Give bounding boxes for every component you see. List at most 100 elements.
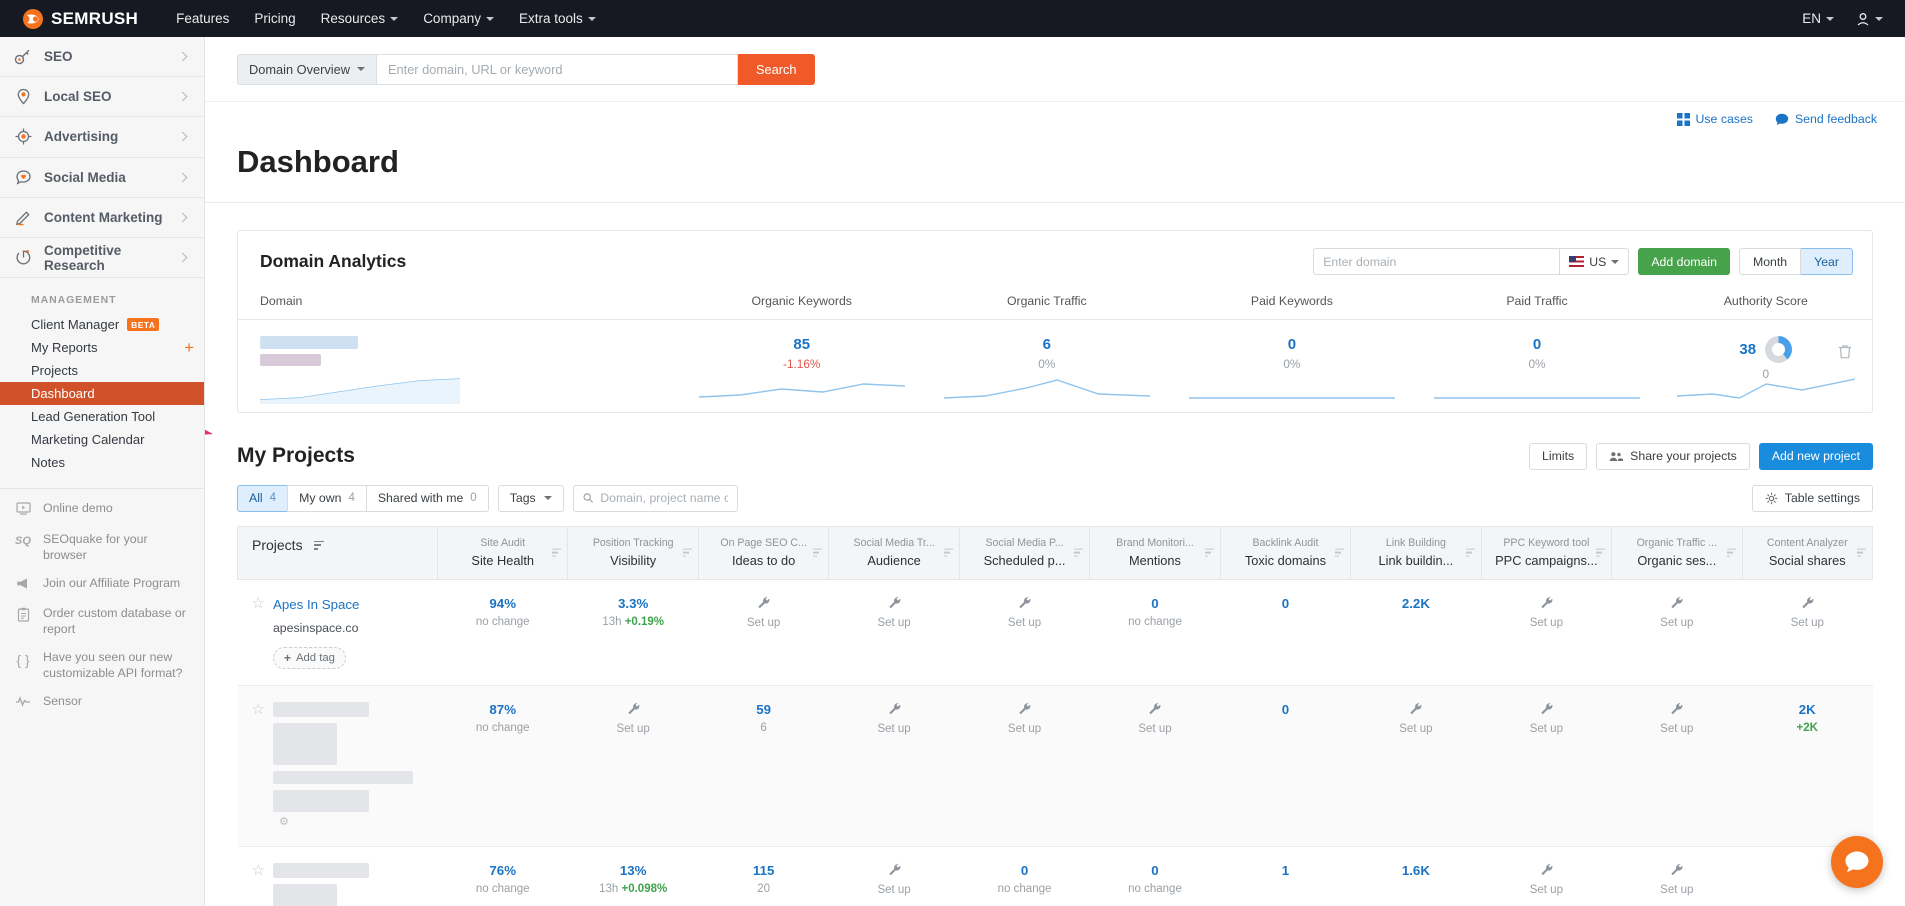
- col-site-audit[interactable]: Site Audit Site Health: [436, 525, 568, 580]
- gear-icon[interactable]: ⚙: [279, 816, 289, 828]
- topnav-company[interactable]: Company: [423, 11, 494, 26]
- dashboard-scroll-area[interactable]: Domain Analytics US Add domain Month Yea…: [205, 203, 1905, 906]
- set-up-link[interactable]: Set up: [1487, 884, 1605, 896]
- set-up-link[interactable]: Set up: [965, 617, 1083, 629]
- metric-cell[interactable]: 76% no change: [437, 846, 568, 906]
- sort-icon[interactable]: [1857, 548, 1866, 557]
- send-feedback-link[interactable]: Send feedback: [1775, 112, 1877, 126]
- col-social-media-tracker[interactable]: Social Media Tr... Audience: [828, 525, 960, 580]
- metric-cell[interactable]: 115 20: [698, 846, 829, 906]
- sort-icon[interactable]: [682, 548, 692, 557]
- project-cell[interactable]: ☆⚙: [237, 685, 438, 847]
- metric-cell[interactable]: Set up: [959, 579, 1090, 686]
- metric-cell[interactable]: Set up: [1611, 685, 1743, 847]
- sidebar-item-projects[interactable]: Projects: [0, 359, 204, 382]
- search-button[interactable]: Search: [737, 53, 815, 85]
- metric-cell[interactable]: Set up: [959, 685, 1090, 847]
- use-cases-link[interactable]: Use cases: [1676, 112, 1753, 126]
- set-up-link[interactable]: Set up: [1618, 617, 1736, 629]
- sidebar-link-api-format[interactable]: { } Have you seen our new customizable A…: [0, 644, 204, 688]
- sidebar-item-social-media[interactable]: Social Media: [0, 158, 204, 198]
- metric-cell[interactable]: 13% 13h +0.098%: [567, 846, 699, 906]
- sort-icon[interactable]: [943, 548, 953, 557]
- sidebar-item-my-reports[interactable]: My Reports +: [0, 336, 204, 359]
- filter-my-own[interactable]: My own 4: [287, 484, 367, 512]
- metric-cell[interactable]: 59 6: [698, 685, 829, 847]
- col-backlink-audit[interactable]: Backlink Audit Toxic domains: [1219, 525, 1351, 580]
- sidebar-item-local-seo[interactable]: Local SEO: [0, 77, 204, 118]
- sidebar-item-notes[interactable]: Notes: [0, 451, 204, 474]
- col-position-tracking[interactable]: Position Tracking Visibility: [567, 525, 699, 580]
- set-up-link[interactable]: Set up: [835, 617, 953, 629]
- set-up-link[interactable]: Set up: [1748, 617, 1866, 629]
- search-mode-selector[interactable]: Domain Overview: [237, 53, 377, 85]
- metric-cell[interactable]: Set up: [1481, 579, 1612, 686]
- topnav-resources[interactable]: Resources: [321, 11, 399, 26]
- projects-search-input[interactable]: [600, 491, 728, 505]
- set-up-link[interactable]: Set up: [1487, 617, 1605, 629]
- metric-cell[interactable]: 0 no change: [1089, 579, 1221, 686]
- metric-cell[interactable]: Set up: [567, 685, 699, 847]
- metric-cell[interactable]: 0 no change: [959, 846, 1090, 906]
- metric-cell[interactable]: 94% no change: [437, 579, 568, 686]
- sort-icon[interactable]: [813, 548, 823, 557]
- sidebar-link-online-demo[interactable]: Online demo: [0, 495, 204, 526]
- col-ppc-keyword-tool[interactable]: PPC Keyword tool PPC campaigns...: [1480, 525, 1612, 580]
- metric-cell[interactable]: 0 no change: [1089, 846, 1221, 906]
- favorite-star-icon[interactable]: ☆: [252, 702, 265, 717]
- domain-input[interactable]: [1313, 248, 1561, 275]
- filter-all[interactable]: All 4: [237, 484, 289, 512]
- metric-cell[interactable]: 87% no change: [437, 685, 568, 847]
- project-cell[interactable]: ☆⚙: [237, 846, 438, 906]
- add-report-button[interactable]: +: [184, 339, 194, 356]
- table-settings-button[interactable]: Table settings: [1751, 484, 1873, 512]
- share-projects-button[interactable]: Share your projects: [1596, 442, 1750, 470]
- table-row[interactable]: ☆⚙76%no change13%13h +0.098%11520 Set up 0…: [237, 846, 1873, 906]
- table-row[interactable]: ☆ ⚙ 87% no change Set up 59 6 Set up Set up Set u…: [237, 685, 1873, 847]
- set-up-link[interactable]: Set up: [1618, 723, 1736, 735]
- metric-cell[interactable]: Set up: [1481, 846, 1612, 906]
- user-menu[interactable]: [1856, 12, 1883, 26]
- col-on-page-seo[interactable]: On Page SEO C... Ideas to do: [697, 525, 829, 580]
- metric-cell[interactable]: 1: [1220, 846, 1351, 906]
- metric-cell[interactable]: Set up: [1089, 685, 1221, 847]
- add-tag-button[interactable]: + Add tag: [272, 646, 346, 669]
- favorite-star-icon[interactable]: ☆: [252, 863, 265, 878]
- sidebar-link-custom-report[interactable]: Order custom database or report: [0, 600, 204, 644]
- chat-support-button[interactable]: [1831, 836, 1883, 888]
- sort-icon[interactable]: [1335, 548, 1345, 557]
- col-organic-traffic-insights[interactable]: Organic Traffic ... Organic ses...: [1611, 525, 1743, 580]
- country-selector[interactable]: US: [1560, 248, 1630, 275]
- sidebar-link-affiliate-program[interactable]: Join our Affiliate Program: [0, 570, 204, 601]
- set-up-link[interactable]: Set up: [835, 884, 953, 896]
- metric-cell[interactable]: Set up: [1742, 579, 1873, 686]
- sidebar-link-seoquake[interactable]: SQ SEOquake for your browser: [0, 526, 204, 570]
- topnav-extra-tools[interactable]: Extra tools: [519, 11, 596, 26]
- col-brand-monitoring[interactable]: Brand Monitori... Mentions: [1089, 525, 1221, 580]
- sidebar-item-advertising[interactable]: Advertising: [0, 117, 204, 158]
- sort-icon[interactable]: [552, 548, 562, 557]
- set-up-link[interactable]: Set up: [1487, 723, 1605, 735]
- set-up-link[interactable]: Set up: [704, 617, 822, 629]
- sort-icon[interactable]: [1074, 548, 1084, 557]
- col-link-building[interactable]: Link Building Link buildin...: [1350, 525, 1482, 580]
- tags-dropdown[interactable]: Tags: [497, 484, 564, 512]
- favorite-star-icon[interactable]: ☆: [252, 596, 265, 611]
- metric-cell[interactable]: 0: [1220, 579, 1351, 686]
- project-cell[interactable]: ☆ Apes In Space apesinspace.co + Add tag: [237, 579, 438, 686]
- metric-cell[interactable]: 2.2K: [1350, 579, 1482, 686]
- set-up-link[interactable]: Set up: [1096, 723, 1214, 735]
- period-month-button[interactable]: Month: [1738, 248, 1802, 275]
- metric-cell[interactable]: Set up: [1350, 685, 1482, 847]
- set-up-link[interactable]: Set up: [574, 723, 692, 735]
- sidebar-item-competitive-research[interactable]: Competitive Research: [0, 238, 204, 279]
- sidebar-item-marketing-calendar[interactable]: Marketing Calendar: [0, 428, 204, 451]
- semrush-logo[interactable]: SEMRUSH: [22, 8, 138, 30]
- set-up-link[interactable]: Set up: [965, 723, 1083, 735]
- projects-search[interactable]: [572, 484, 738, 512]
- sidebar-link-sensor[interactable]: Sensor: [0, 688, 204, 718]
- sort-icon[interactable]: [1596, 548, 1606, 557]
- set-up-link[interactable]: Set up: [1618, 884, 1736, 896]
- filter-shared-with-me[interactable]: Shared with me 0: [365, 484, 489, 512]
- metric-cell[interactable]: Set up: [1611, 846, 1743, 906]
